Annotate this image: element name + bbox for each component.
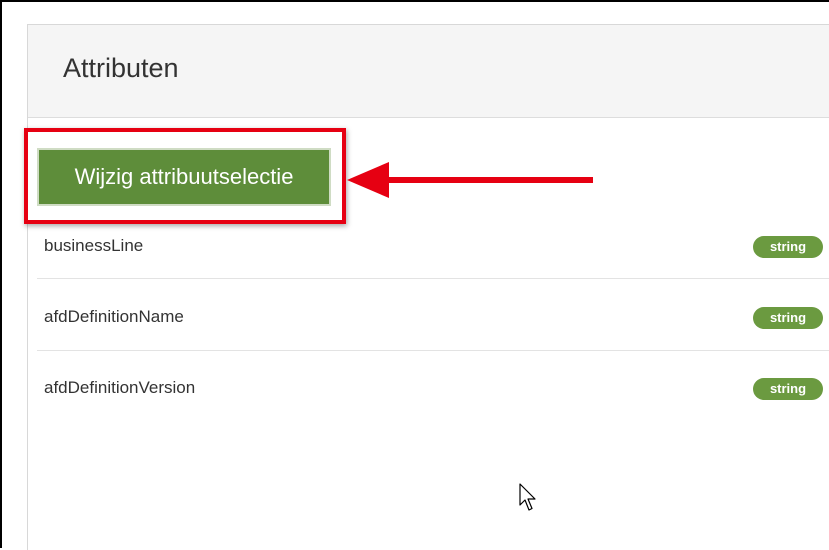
type-badge: string — [753, 236, 823, 258]
change-attribute-selection-button[interactable]: Wijzig attribuutselectie — [37, 148, 331, 206]
panel-heading: Attributen — [28, 25, 829, 118]
attribute-name: afdDefinitionVersion — [44, 378, 196, 397]
type-badge: string — [753, 378, 823, 400]
attribute-row: afdDefinitionVersion string — [37, 377, 829, 447]
row-divider — [37, 278, 829, 279]
row-divider — [37, 350, 829, 351]
attribute-row: afdDefinitionName string — [37, 306, 829, 376]
red-arrow-icon — [347, 162, 593, 198]
screenshot-frame: Attributen Wijzig attribuutselectie busi… — [0, 0, 829, 550]
attribute-row: businessLine string — [37, 235, 829, 305]
panel-title: Attributen — [63, 53, 179, 83]
attribute-name: afdDefinitionName — [44, 307, 184, 326]
mouse-cursor-icon — [519, 483, 536, 511]
type-badge: string — [753, 307, 823, 329]
attribute-name: businessLine — [44, 236, 144, 255]
